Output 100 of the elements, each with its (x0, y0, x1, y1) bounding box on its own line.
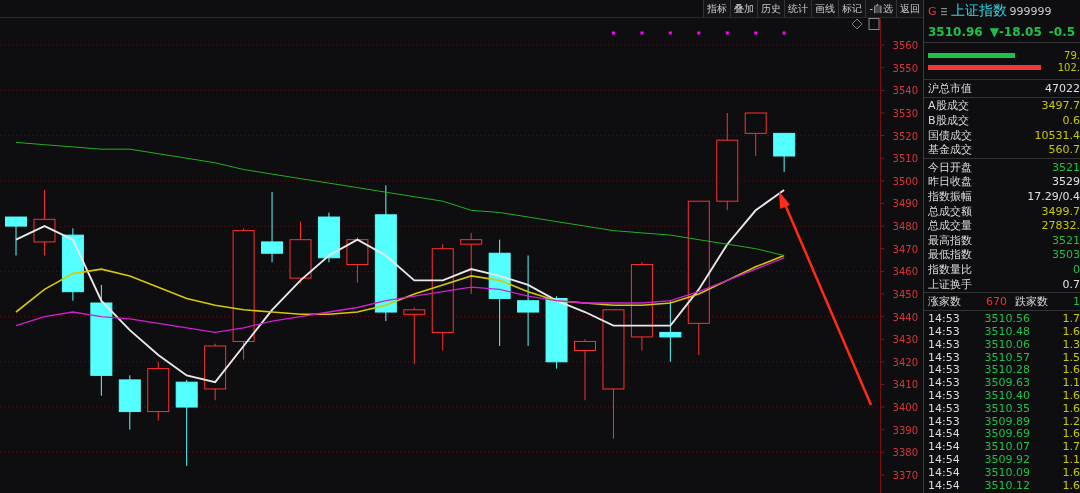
meter-reading: 102. (1057, 61, 1080, 73)
tick-time: 14:54 (928, 440, 961, 454)
axis-tick-label: 3420 (892, 356, 918, 368)
stat-label: A股成交 (928, 98, 969, 114)
axis-tick-label: 3560 (892, 40, 918, 52)
toolbar-button[interactable]: -自选 (865, 0, 896, 17)
toolbar-button[interactable]: 指标 (703, 0, 731, 17)
stat-value: 47022 (1045, 81, 1080, 95)
tick-price: 3510.56 (984, 312, 1032, 326)
stat-label: 总成交额 (928, 203, 972, 219)
stat-value: 0 (1073, 262, 1080, 276)
toolbar-button[interactable]: 画线 (811, 0, 839, 17)
tick-price: 3510.57 (984, 350, 1032, 364)
stat-value: 3503 (1052, 248, 1080, 262)
axis-tick-label: 3510 (892, 153, 918, 165)
stat-label: 国债成交 (928, 127, 972, 143)
price-change: ▼-18.05 (989, 25, 1042, 39)
stat-value: 3499.7 (1041, 204, 1080, 218)
stat-label: 沪总市值 (928, 80, 972, 96)
percent-change: -0.5 (1048, 25, 1077, 39)
tick-time: 14:53 (928, 312, 961, 326)
tick-volume: 1.7 (1062, 440, 1080, 454)
axis-tick-label: 3370 (892, 469, 918, 481)
tick-time: 14:54 (928, 427, 961, 441)
tick-price: 3510.06 (984, 337, 1032, 351)
toolbar-button[interactable]: 历史 (757, 0, 785, 17)
tick-volume: 1.6 (1062, 389, 1080, 402)
axis-tick-label: 3380 (892, 447, 918, 459)
tick-volume: 1.6 (1062, 363, 1080, 377)
tick-volume: 1.6 (1062, 478, 1080, 492)
axis-tick-label: 3460 (892, 266, 918, 278)
axis-tick-label: 3440 (892, 311, 918, 323)
stat-value: 0.7 (1062, 277, 1080, 291)
axis-tick-label: 3470 (892, 243, 918, 255)
index-code: 999999 (1009, 4, 1052, 18)
tick-volume: 1.2 (1062, 414, 1080, 428)
tick-volume: 1.3 (1062, 337, 1080, 351)
tick-price: 3510.12 (984, 478, 1032, 492)
tick-price: 3509.63 (984, 376, 1032, 390)
stat-label: 涨家数 (928, 294, 961, 310)
stat-value: 17.29/0.4 (1027, 189, 1080, 203)
stat-value: 560.7 (1048, 143, 1080, 157)
tick-price: 3510.35 (984, 401, 1032, 415)
tick-time: 14:53 (928, 401, 961, 415)
stat-value: 0.6 (1062, 114, 1080, 127)
advancers-count: 670 (986, 295, 1007, 309)
tick-time: 14:53 (928, 414, 961, 428)
toolbar-button[interactable]: 叠加 (730, 0, 758, 17)
axis-tick-label: 3520 (892, 130, 918, 142)
axis-tick-label: 3480 (892, 221, 918, 233)
tick-time: 14:54 (928, 453, 961, 466)
tick-price: 3509.92 (984, 453, 1032, 466)
meter-reading: 79. (1064, 49, 1080, 61)
stat-label: 今日开盘 (928, 159, 972, 175)
tick-time: 14:53 (928, 376, 961, 390)
toolbar-button[interactable]: 返回 (896, 0, 923, 17)
badge-letter: G (928, 4, 937, 18)
stat-label: 指数振幅 (928, 188, 972, 204)
tick-time: 14:53 (928, 325, 961, 338)
index-name: 上证指数 (950, 2, 1007, 20)
tick-price: 3510.09 (984, 465, 1032, 479)
tick-volume: 1.7 (1062, 312, 1080, 326)
tick-volume: 1.1 (1062, 453, 1080, 466)
tick-time: 14:54 (928, 465, 961, 479)
axis-tick-label: 3500 (892, 175, 918, 187)
stat-label: 上证换手 (928, 276, 972, 292)
stat-value: 3521 (1052, 233, 1080, 247)
tick-volume: 1.6 (1062, 325, 1080, 338)
tick-price: 3510.28 (984, 363, 1032, 377)
toolbar-button[interactable]: 统计 (784, 0, 812, 17)
tick-time: 14:54 (928, 478, 961, 492)
axis-tick-label: 3530 (892, 108, 918, 119)
tick-price: 3510.40 (984, 389, 1032, 402)
stat-label: B股成交 (928, 113, 969, 128)
stat-value: 3529 (1052, 175, 1080, 189)
tick-volume: 1.1 (1062, 376, 1080, 390)
tick-volume: 1.6 (1062, 465, 1080, 479)
axis-tick-label: 3540 (892, 85, 918, 97)
axis-tick-label: 3430 (892, 334, 918, 346)
stat-value: 3521 (1052, 160, 1080, 174)
last-price: 3510.96 (928, 25, 983, 39)
stat-label: 基金成交 (928, 142, 972, 158)
axis-tick-label: 3550 (892, 62, 918, 74)
tick-volume: 1.6 (1062, 401, 1080, 415)
tick-time: 14:53 (928, 363, 961, 377)
stat-label: 指数量比 (928, 261, 972, 277)
toolbar-button[interactable]: 标记 (838, 0, 866, 17)
axis-tick-label: 3390 (892, 424, 918, 436)
stat-value: 27832. (1041, 219, 1080, 233)
axis-tick-label: 3490 (892, 198, 918, 210)
stat-value: 3497.7 (1041, 99, 1080, 113)
axis-tick-label: 3410 (892, 379, 918, 391)
axis-tick-label: 3400 (892, 402, 918, 414)
tick-time: 14:53 (928, 350, 961, 364)
tick-time: 14:53 (928, 337, 961, 351)
tick-volume: 1.6 (1062, 427, 1080, 441)
tick-volume: 1.5 (1062, 350, 1080, 364)
stat-label: 跌家数 (1015, 294, 1048, 310)
tick-price: 3509.69 (984, 427, 1032, 441)
stat-value: 10531.4 (1034, 128, 1080, 142)
